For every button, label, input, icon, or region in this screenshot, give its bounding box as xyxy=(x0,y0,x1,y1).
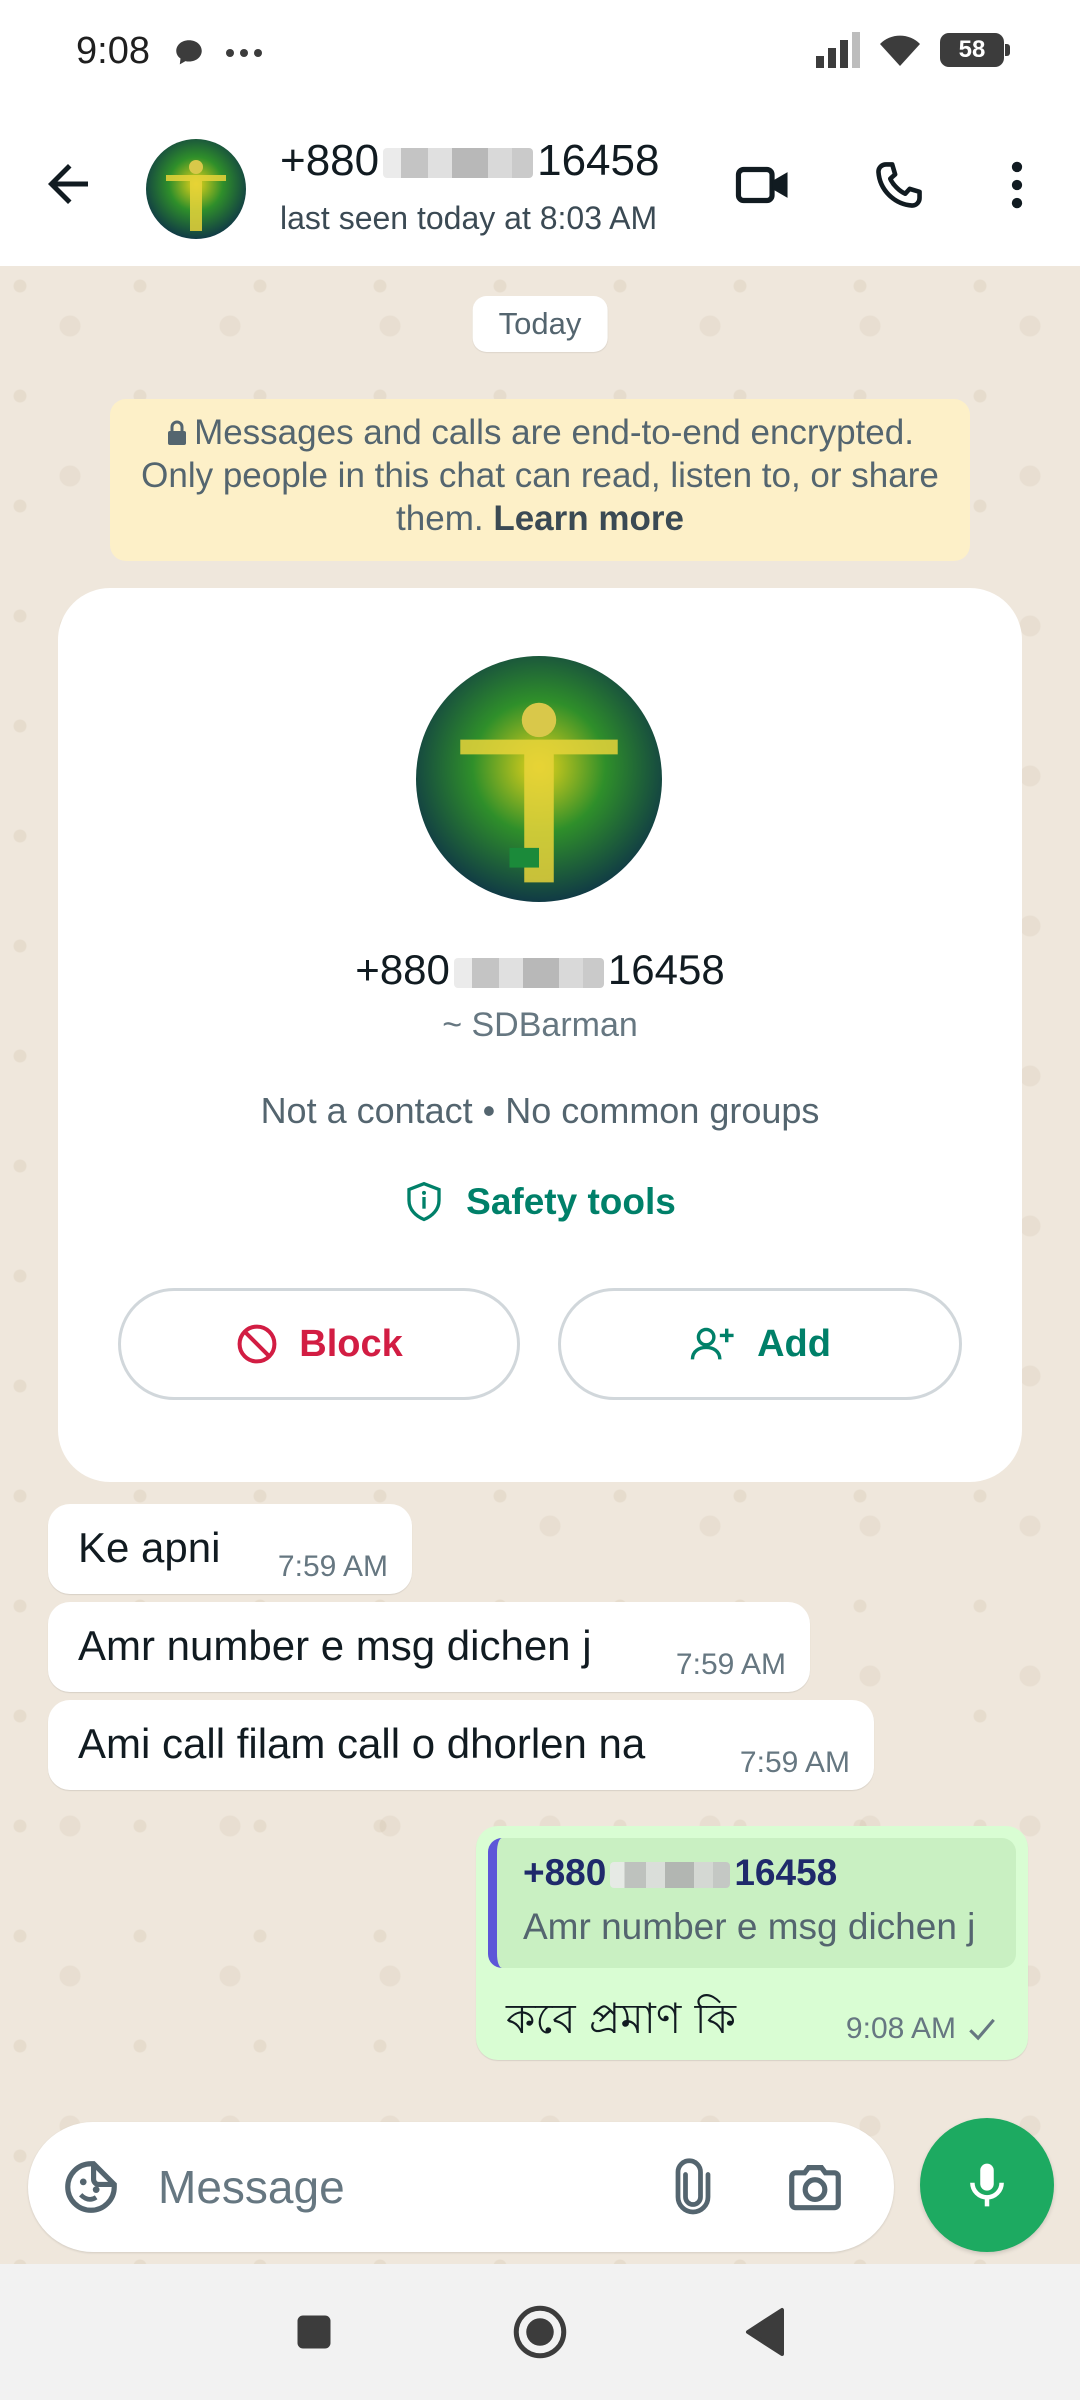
encryption-notice[interactable]: Messages and calls are end-to-end encryp… xyxy=(110,399,970,561)
square-icon xyxy=(297,2315,331,2349)
back-nav-button[interactable] xyxy=(734,2300,798,2364)
message-bubble-incoming[interactable]: Ami call filam call o dhorlen na 7:59 AM xyxy=(48,1700,874,1790)
more-vertical-icon xyxy=(1011,161,1023,209)
avatar[interactable] xyxy=(146,139,246,239)
safety-tools-label: Safety tools xyxy=(466,1181,676,1222)
message-time: 9:08 AM xyxy=(845,2012,956,2045)
quoted-sender-suffix: 16458 xyxy=(734,1852,838,1893)
add-label: Add xyxy=(757,1322,831,1365)
avatar-image xyxy=(146,139,246,239)
message-time: 7:59 AM xyxy=(675,1648,786,1681)
card-avatar[interactable] xyxy=(416,656,662,902)
signal-icon xyxy=(816,32,860,68)
voice-call-button[interactable] xyxy=(868,154,930,216)
paperclip-icon xyxy=(675,2158,711,2215)
redaction-blur xyxy=(610,1862,731,1889)
attach-button[interactable] xyxy=(660,2154,726,2220)
add-contact-button[interactable]: Add xyxy=(558,1288,962,1400)
message-text: কবে প্রমাণ কি xyxy=(506,1994,736,2043)
quoted-message[interactable]: +880 16458 Amr number e msg dichen j xyxy=(488,1838,1016,1968)
system-navigation-bar xyxy=(0,2264,1080,2400)
message-input[interactable] xyxy=(158,2152,638,2222)
emoji-sticker-button[interactable] xyxy=(58,2154,124,2220)
recents-button[interactable] xyxy=(282,2300,346,2364)
message-text: Amr number e msg dichen j xyxy=(78,1622,592,1669)
message-bubble-incoming[interactable]: Amr number e msg dichen j 7:59 AM xyxy=(48,1602,810,1692)
message-bubble-outgoing[interactable]: +880 16458 Amr number e msg dichen j কবে … xyxy=(476,1826,1028,2060)
sent-check-icon xyxy=(969,2018,995,2041)
triangle-back-icon xyxy=(746,2308,784,2356)
status-bar: 9:08 58 xyxy=(0,0,1080,104)
chat-header: +880 16458 last seen today at 8:03 AM xyxy=(0,104,1080,266)
more-options-button[interactable] xyxy=(986,154,1048,216)
message-composer xyxy=(28,2122,894,2252)
battery-indicator: 58 xyxy=(940,33,1010,67)
home-circle-icon xyxy=(513,2305,567,2359)
message-time: 7:59 AM xyxy=(739,1746,850,1779)
message-time: 7:59 AM xyxy=(277,1550,388,1583)
redaction-blur xyxy=(383,148,534,179)
avatar-image xyxy=(416,656,662,902)
back-button[interactable] xyxy=(38,154,98,214)
card-number-suffix: 16458 xyxy=(607,946,725,993)
block-button[interactable]: Block xyxy=(118,1288,520,1400)
learn-more-link[interactable]: Learn more xyxy=(493,499,684,538)
microphone-icon xyxy=(970,2163,1004,2207)
add-person-icon xyxy=(690,1327,734,1360)
block-label: Block xyxy=(299,1322,403,1365)
voice-message-button[interactable] xyxy=(920,2118,1054,2252)
shield-icon xyxy=(407,1181,441,1222)
card-contact-number: +880 16458 xyxy=(58,946,1022,994)
card-number-prefix: +880 xyxy=(355,946,450,993)
contact-name[interactable]: +880 16458 xyxy=(280,136,659,186)
status-time: 9:08 xyxy=(76,30,150,72)
home-button[interactable] xyxy=(508,2300,572,2364)
contact-info-card: +880 16458 ~ SDBarman Not a contact • No … xyxy=(58,588,1022,1482)
camera-button[interactable] xyxy=(782,2154,848,2220)
quoted-sender-prefix: +880 xyxy=(523,1852,607,1893)
status-system-icons: 58 xyxy=(816,32,1010,68)
lock-icon xyxy=(168,420,187,445)
video-camera-icon xyxy=(735,166,788,204)
message-text: Ami call filam call o dhorlen na xyxy=(78,1720,646,1767)
last-seen-status: last seen today at 8:03 AM xyxy=(280,200,658,236)
quoted-sender: +880 16458 xyxy=(523,1852,837,1894)
block-icon xyxy=(237,1324,277,1364)
wifi-icon xyxy=(880,35,920,66)
date-chip: Today xyxy=(472,296,608,352)
status-notifications xyxy=(172,36,264,70)
arrow-back-icon xyxy=(48,164,88,204)
message-text: Ke apni xyxy=(78,1524,221,1571)
card-push-name: ~ SDBarman xyxy=(442,1006,638,1044)
safety-tools-link[interactable]: Safety tools xyxy=(58,1180,1022,1224)
chat-notification-icon xyxy=(176,40,202,65)
camera-icon xyxy=(789,2165,841,2211)
quoted-text: Amr number e msg dichen j xyxy=(523,1906,976,1947)
contact-name-prefix: +880 xyxy=(280,136,380,185)
contact-name-suffix: 16458 xyxy=(537,136,660,185)
phone-icon xyxy=(876,162,922,208)
sticker-icon xyxy=(65,2161,117,2213)
more-notifications-icon xyxy=(226,49,262,57)
card-contact-info: Not a contact • No common groups xyxy=(260,1090,820,1131)
message-bubble-incoming[interactable]: Ke apni 7:59 AM xyxy=(48,1504,412,1594)
redaction-blur xyxy=(453,957,604,988)
message-meta: 9:08 AM xyxy=(846,2012,998,2046)
chat-area[interactable]: Today Messages and calls are end-to-end … xyxy=(0,266,1080,2264)
video-call-button[interactable] xyxy=(732,154,794,216)
